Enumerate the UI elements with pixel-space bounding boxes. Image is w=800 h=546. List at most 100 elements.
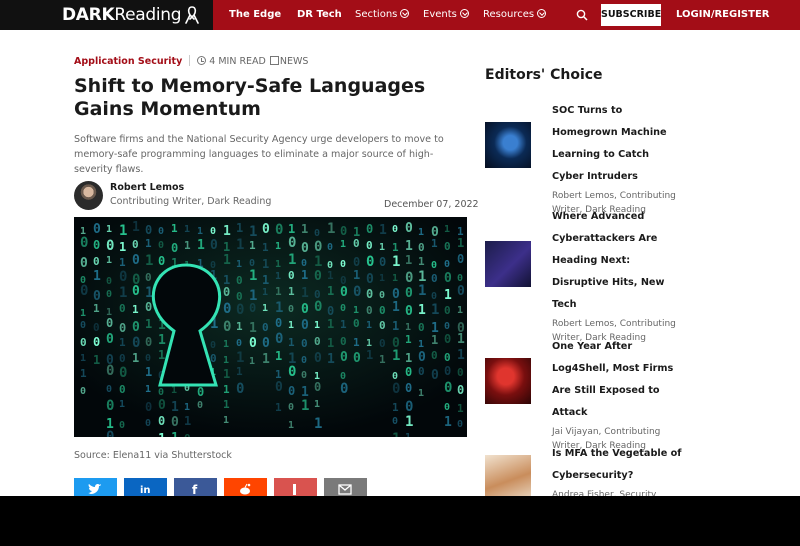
binary-digit: 1	[314, 399, 320, 410]
binary-digit: 1	[418, 255, 425, 268]
category-link[interactable]: Application Security	[74, 56, 182, 67]
svg-text:in: in	[140, 485, 151, 495]
binary-digit: 1	[262, 257, 269, 271]
nav-item-dr-tech[interactable]: DR Tech	[297, 8, 342, 22]
share-email-button[interactable]	[324, 478, 367, 496]
binary-digit: 0	[444, 240, 451, 253]
binary-digit: 0	[379, 304, 386, 317]
editors-choice-headline[interactable]: Is MFA the Vegetable of Cybersecurity?	[552, 443, 682, 487]
binary-digit: 1	[223, 355, 229, 366]
binary-digit: 1	[80, 353, 86, 364]
editors-choice-headline[interactable]: One Year After Log4Shell, Most Firms Are…	[552, 336, 682, 424]
binary-digit: 1	[366, 348, 373, 362]
binary-digit: 1	[444, 415, 452, 430]
binary-digit: 0	[418, 241, 425, 254]
binary-digit: 0	[210, 340, 216, 351]
binary-digit: 0	[392, 224, 398, 235]
binary-digit: 0	[93, 222, 101, 237]
binary-digit: 1	[275, 401, 282, 414]
binary-digit: 0	[366, 287, 373, 301]
binary-digit: 0	[340, 350, 348, 365]
binary-digit: 1	[184, 239, 191, 252]
binary-digit: 0	[197, 385, 204, 399]
nav-item-events[interactable]: Events	[423, 8, 469, 22]
author-avatar[interactable]	[74, 181, 103, 210]
binary-digit: 1	[119, 240, 126, 254]
binary-digit: 0	[444, 332, 451, 346]
binary-digit: 0	[314, 228, 320, 239]
binary-digit: 0	[119, 321, 126, 335]
share-facebook-button[interactable]: f	[174, 478, 217, 496]
binary-digit: 0	[314, 335, 321, 348]
binary-digit: 0	[353, 255, 360, 269]
editors-choice-headline[interactable]: SOC Turns to Homegrown Machine Learning …	[552, 100, 682, 188]
binary-digit: 1	[249, 356, 255, 367]
binary-digit: 1	[431, 302, 439, 318]
thumbnail-image[interactable]	[485, 358, 531, 404]
nav-item-the-edge[interactable]: The Edge	[229, 8, 281, 22]
binary-digit: 0	[223, 301, 231, 317]
page: DARKReading The Edge DR Tech Sections Ev…	[0, 0, 800, 496]
binary-digit: 0	[80, 386, 86, 397]
chevron-down-icon	[459, 9, 469, 18]
binary-digit: 0	[158, 387, 164, 398]
binary-digit: 1	[405, 432, 411, 437]
reddit-icon	[240, 483, 251, 495]
binary-digit: 0	[366, 222, 373, 236]
binary-digit: 0	[340, 285, 348, 300]
binary-digit: 0	[236, 274, 243, 287]
binary-digit: 0	[171, 241, 178, 255]
logo-link[interactable]: DARKReading	[0, 0, 213, 30]
nav-item-resources[interactable]: Resources	[483, 8, 547, 22]
binary-digit: 1	[145, 253, 153, 269]
thumbnail-image[interactable]	[485, 455, 531, 496]
share-like-button[interactable]	[274, 478, 317, 496]
nav-item-sections[interactable]: Sections	[355, 8, 410, 22]
binary-digit: 0	[327, 304, 334, 318]
binary-digit: 0	[93, 238, 100, 252]
binary-digit: 1	[392, 241, 399, 254]
binary-digit: 0	[379, 290, 385, 301]
hero-image: 1000010011000010100110100100000010111010…	[74, 217, 467, 437]
login-register-link[interactable]: LOGIN/REGISTER	[676, 8, 769, 22]
share-linkedin-button[interactable]: in	[124, 478, 167, 496]
binary-digit: 0	[158, 254, 165, 268]
binary-digit: 1	[392, 273, 398, 284]
binary-digit: 0	[301, 337, 308, 350]
binary-digit: 0	[314, 269, 322, 284]
binary-digit: 1	[418, 339, 424, 350]
binary-digit: 1	[275, 271, 281, 282]
binary-digit: 0	[80, 256, 88, 271]
binary-digit: 0	[431, 291, 437, 302]
binary-digit: 0	[106, 363, 114, 379]
binary-digit: 1	[184, 224, 190, 235]
binary-digit: 1	[249, 239, 256, 252]
binary-digit: 0	[457, 383, 464, 397]
binary-digit: 0	[262, 336, 270, 351]
author-name[interactable]: Robert Lemos	[110, 182, 184, 194]
article-type: NEWS	[279, 56, 309, 67]
binary-digit: 1	[275, 285, 282, 298]
binary-digit: 0	[314, 299, 322, 315]
binary-digit: 0	[119, 420, 125, 431]
binary-digit: 0	[431, 272, 438, 285]
binary-digit: 1	[249, 224, 257, 240]
thumbnail-image[interactable]	[485, 122, 531, 168]
binary-digit: 0	[340, 224, 347, 238]
editors-choice-headline[interactable]: Where Advanced Cyberattackers Are Headin…	[552, 206, 682, 316]
binary-digit: 1	[379, 273, 385, 284]
binary-digit: 0	[288, 235, 296, 251]
share-reddit-button[interactable]	[224, 478, 267, 496]
binary-digit: 0	[249, 301, 256, 315]
subscribe-button[interactable]: SUBSCRIBE	[601, 4, 661, 26]
binary-digit: 0	[431, 260, 437, 271]
binary-digit: 0	[145, 418, 151, 429]
binary-digit: 1	[431, 333, 438, 347]
thumbnail-image[interactable]	[485, 241, 531, 287]
binary-digit: 0	[405, 304, 413, 319]
binary-digit: 1	[158, 432, 166, 437]
share-twitter-button[interactable]	[74, 478, 117, 496]
search-icon[interactable]	[576, 9, 588, 21]
binary-digit: 0	[106, 429, 114, 437]
binary-digit: 0	[80, 320, 86, 331]
